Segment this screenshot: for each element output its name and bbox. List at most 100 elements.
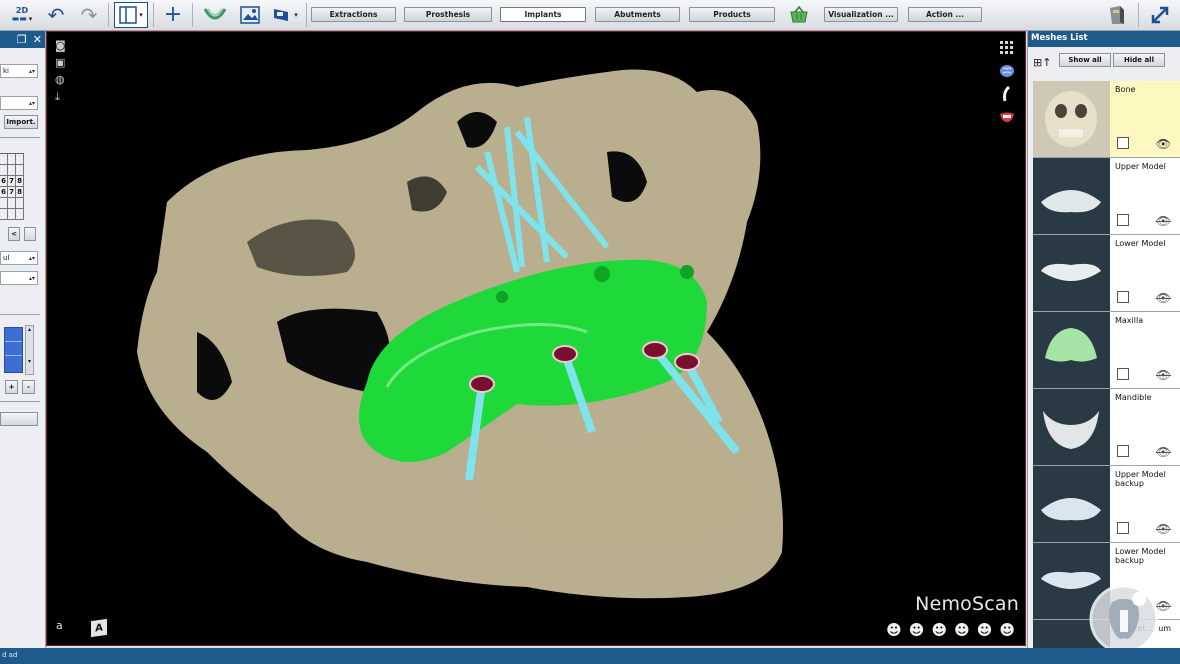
restore-window-icon[interactable]: ❐ (17, 33, 27, 46)
mesh-select-checkbox[interactable] (1117, 214, 1129, 226)
eye-hidden-icon[interactable]: 👁 (1156, 522, 1171, 536)
scanner-icon[interactable]: ▾ (268, 2, 302, 28)
mesh-select-checkbox[interactable] (1117, 445, 1129, 457)
abutments-button[interactable]: Abutments (595, 7, 680, 22)
tooth-grid[interactable]: 678678 (0, 153, 24, 220)
mesh-select-checkbox[interactable] (1117, 137, 1129, 149)
mesh-list-item[interactable]: Bone 👁 (1033, 81, 1180, 158)
plus-icon[interactable]: + (160, 2, 186, 28)
extractions-button[interactable]: Extractions (311, 7, 396, 22)
globe-icon[interactable]: ◍ (55, 74, 65, 85)
skull-3d-scene[interactable] (47, 32, 1026, 646)
hide-all-button[interactable]: Hide all (1113, 53, 1165, 67)
tooth-cell[interactable]: 6 (0, 176, 8, 186)
nav-right-button[interactable] (24, 227, 36, 241)
expand-icon[interactable] (1146, 2, 1174, 28)
visualization-button[interactable]: Visualization ... (824, 7, 898, 22)
prosthesis-button[interactable]: Prosthesis (404, 7, 492, 22)
camera-icon[interactable]: ◙ (55, 40, 66, 51)
head-left-icon[interactable]: ☻ (886, 623, 902, 638)
nerve-icon[interactable] (999, 85, 1015, 101)
undo-icon[interactable]: ↶ (44, 2, 68, 28)
show-all-button[interactable]: Show all (1059, 53, 1111, 67)
eye-icon[interactable]: 👁 (1156, 137, 1171, 151)
left-select-2[interactable]: ▴▾ (0, 96, 38, 110)
import-button[interactable]: Import. (4, 115, 38, 129)
tooth-cell[interactable] (8, 154, 16, 164)
eye-hidden-icon[interactable]: 👁 (1156, 214, 1171, 228)
head-front-icon[interactable]: ☻ (909, 623, 925, 638)
head-top-icon[interactable]: ☻ (954, 623, 970, 638)
action-button[interactable]: Action ... (908, 7, 982, 22)
panel-action-button[interactable] (0, 412, 38, 426)
mesh-list-item[interactable]: Mandible 👁 (1033, 389, 1180, 466)
tooth-grid-row: 678 (0, 176, 24, 187)
orientation-cube[interactable]: A (91, 618, 107, 638)
tooth-cell[interactable] (16, 209, 24, 219)
tooth-cell[interactable] (8, 209, 16, 219)
tooth-cell[interactable] (0, 165, 8, 175)
layout-icon[interactable]: ▾ (114, 2, 148, 28)
head-bottom-icon[interactable]: ☻ (977, 623, 993, 638)
tooth-cell[interactable] (0, 198, 8, 208)
sort-icon[interactable]: ⊞↑ (1033, 56, 1051, 69)
toolbar-divider (108, 3, 109, 27)
head-back-icon[interactable]: ☻ (999, 623, 1015, 638)
tooth-cell[interactable] (0, 209, 8, 219)
tooth-cell[interactable]: 7 (8, 187, 16, 197)
add-button[interactable]: + (5, 380, 18, 394)
3d-viewport[interactable]: ◙ ▣ ◍ ⤓ NemoScan a A ☻ ☻ ☻ ☻ ☻ ☻ (46, 31, 1026, 646)
tooth-cell[interactable] (16, 198, 24, 208)
tooth-cell[interactable]: 8 (16, 176, 24, 186)
teeth-icon[interactable] (999, 109, 1015, 124)
eye-hidden-icon[interactable]: 👁 (1156, 368, 1171, 382)
tooth-cell[interactable] (0, 154, 8, 164)
mesh-list-item[interactable]: Lower Model 👁 (1033, 235, 1180, 312)
products-button[interactable]: Products (689, 7, 775, 22)
mesh-select-checkbox[interactable] (1117, 291, 1129, 303)
mesh-list-item[interactable]: Upper Model 👁 (1033, 158, 1180, 235)
download-icon[interactable]: ⤓ (55, 91, 60, 102)
eye-hidden-icon[interactable]: 👁 (1156, 291, 1171, 305)
meshes-toolbar: ⊞↑ Show all Hide all (1028, 47, 1180, 80)
status-bar: d ad (0, 648, 1180, 664)
spinner-icon: ▴▾ (28, 274, 35, 282)
implant-list[interactable] (4, 327, 23, 373)
brain-icon[interactable] (999, 63, 1015, 78)
left-select-1[interactable]: ki ▴▾ (0, 64, 38, 78)
implants-button[interactable]: Implants (500, 7, 586, 22)
list-item[interactable] (5, 328, 22, 342)
basket-icon[interactable] (785, 2, 813, 28)
tooth-cell[interactable] (8, 165, 16, 175)
image-icon[interactable] (236, 2, 264, 28)
device-icon[interactable] (1102, 2, 1132, 28)
main-toolbar: 2D ▬▬ ▾ ↶ ↷ ▾ + ▾ Extractions Prosthesis … (0, 0, 1180, 31)
mesh-label: Upper Model backup (1115, 470, 1166, 488)
mesh-select-checkbox[interactable] (1117, 368, 1129, 380)
list-scrollbar[interactable]: ▴ ▾ (25, 325, 34, 375)
remove-button[interactable]: - (22, 380, 35, 394)
mesh-select-checkbox[interactable] (1117, 522, 1129, 534)
view-mode-dropdown[interactable]: 2D ▬▬ ▾ (6, 2, 38, 28)
eye-hidden-icon[interactable]: 👁 (1156, 445, 1171, 459)
tooth-grid-row (0, 209, 24, 220)
left-select-3[interactable]: ul ▴▾ (0, 251, 38, 265)
list-item[interactable] (5, 342, 22, 356)
viewport-right-tools (999, 40, 1015, 124)
tooth-cell[interactable] (16, 154, 24, 164)
tooth-cell[interactable] (16, 165, 24, 175)
grid-icon[interactable] (999, 40, 1015, 55)
head-right-icon[interactable]: ☻ (931, 623, 947, 638)
redo-icon[interactable]: ↷ (77, 2, 101, 28)
left-select-4[interactable]: ▴▾ (0, 271, 38, 285)
tooth-cell[interactable]: 8 (16, 187, 24, 197)
tooth-cell[interactable] (8, 198, 16, 208)
tooth-cell[interactable]: 6 (0, 187, 8, 197)
mesh-list-item[interactable]: Maxilla 👁 (1033, 312, 1180, 389)
close-icon[interactable]: ✕ (33, 33, 42, 46)
mesh-list-item[interactable]: Upper Model backup 👁 (1033, 466, 1180, 543)
nav-left-button[interactable]: < (8, 227, 20, 241)
tooth-cell[interactable]: 7 (8, 176, 16, 186)
image-icon[interactable]: ▣ (55, 57, 65, 68)
dental-arch-icon[interactable] (200, 2, 230, 28)
